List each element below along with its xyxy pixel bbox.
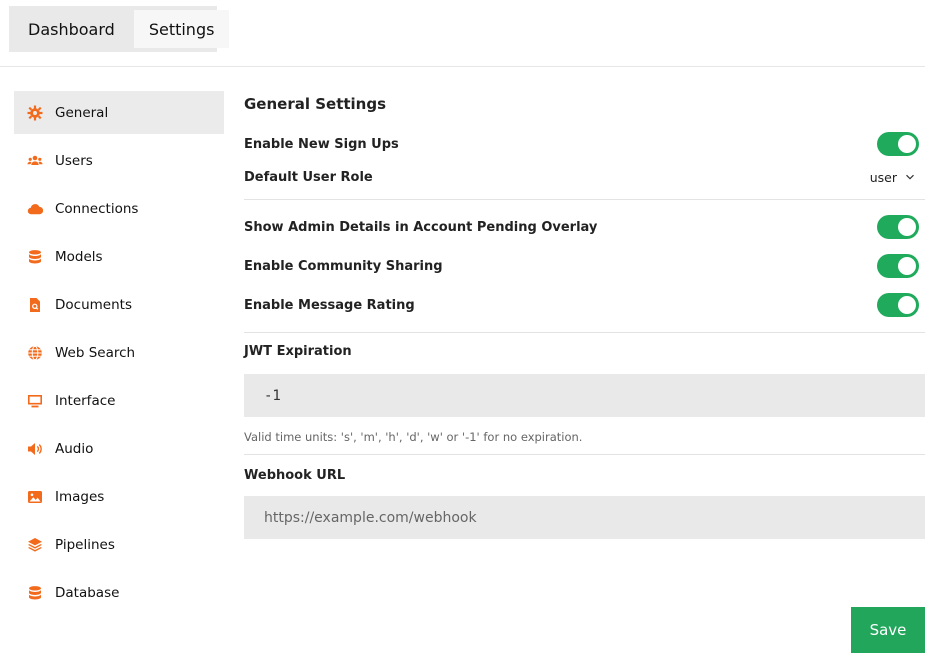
sidebar-item-database[interactable]: Database bbox=[14, 571, 224, 614]
sidebar-item-images[interactable]: Images bbox=[14, 475, 224, 518]
webhook-url-input[interactable]: https://example.com/webhook bbox=[244, 496, 925, 539]
sidebar-item-interface[interactable]: Interface bbox=[14, 379, 224, 422]
speaker-icon bbox=[27, 441, 43, 457]
default-role-value: user bbox=[869, 169, 897, 185]
database-icon bbox=[27, 585, 43, 601]
sidebar-item-label: Documents bbox=[55, 296, 132, 313]
sidebar-item-web-search[interactable]: Web Search bbox=[14, 331, 224, 374]
page-title: General Settings bbox=[244, 95, 387, 113]
webhook-url-label: Webhook URL bbox=[244, 468, 346, 483]
default-role-row: Default User Role user bbox=[244, 166, 925, 188]
message-rating-toggle[interactable] bbox=[877, 293, 919, 317]
sidebar-item-connections[interactable]: Connections bbox=[14, 187, 224, 230]
gear-icon bbox=[27, 105, 43, 121]
sidebar-item-label: Database bbox=[55, 584, 120, 601]
signups-row: Enable New Sign Ups bbox=[244, 131, 925, 157]
sidebar-item-label: Models bbox=[55, 248, 103, 265]
signups-label: Enable New Sign Ups bbox=[244, 136, 399, 152]
sidebar-item-label: Connections bbox=[55, 200, 139, 217]
show-admin-details-toggle[interactable] bbox=[877, 215, 919, 239]
default-role-select[interactable]: user bbox=[870, 170, 915, 185]
message-rating-row: Enable Message Rating bbox=[244, 292, 925, 318]
community-sharing-label: Enable Community Sharing bbox=[244, 258, 443, 274]
section-divider bbox=[244, 199, 925, 200]
sidebar-item-documents[interactable]: Documents bbox=[14, 283, 224, 326]
image-icon bbox=[27, 489, 43, 505]
users-icon bbox=[27, 153, 43, 169]
sidebar-item-label: Web Search bbox=[55, 344, 136, 361]
admin-details-label: Show Admin Details in Account Pending Ov… bbox=[244, 219, 598, 235]
section-divider bbox=[244, 454, 925, 455]
enable-signups-toggle[interactable] bbox=[877, 132, 919, 156]
sidebar-item-audio[interactable]: Audio bbox=[14, 427, 224, 470]
general-settings-panel: General Settings Enable New Sign Ups Def… bbox=[244, 91, 925, 539]
admin-details-row: Show Admin Details in Account Pending Ov… bbox=[244, 214, 925, 240]
sidebar-item-label: General bbox=[55, 104, 109, 121]
sidebar-item-label: Pipelines bbox=[55, 536, 115, 553]
sidebar-item-models[interactable]: Models bbox=[14, 235, 224, 278]
header-divider bbox=[0, 66, 925, 67]
sidebar-item-general[interactable]: General bbox=[14, 91, 224, 134]
document-search-icon bbox=[27, 297, 43, 313]
monitor-icon bbox=[27, 393, 43, 409]
jwt-help-text: Valid time units: 's', 'm', 'h', 'd', 'w… bbox=[244, 430, 583, 444]
sidebar-item-pipelines[interactable]: Pipelines bbox=[14, 523, 224, 566]
sidebar-item-users[interactable]: Users bbox=[14, 139, 224, 182]
globe-icon bbox=[27, 345, 43, 361]
database-icon bbox=[27, 249, 43, 265]
layers-icon bbox=[27, 537, 43, 553]
community-sharing-toggle[interactable] bbox=[877, 254, 919, 278]
cloud-icon bbox=[27, 201, 43, 217]
tab-dashboard[interactable]: Dashboard bbox=[13, 10, 130, 48]
sidebar-item-label: Interface bbox=[55, 392, 116, 409]
top-navigation: Dashboard Settings bbox=[9, 6, 230, 52]
jwt-expiration-input[interactable]: -1 bbox=[244, 374, 925, 417]
default-role-label: Default User Role bbox=[244, 169, 373, 185]
community-sharing-row: Enable Community Sharing bbox=[244, 253, 925, 279]
tab-settings[interactable]: Settings bbox=[133, 10, 230, 48]
sidebar-item-label: Images bbox=[55, 488, 105, 505]
chevron-down-icon bbox=[906, 174, 914, 180]
sidebar-item-label: Users bbox=[55, 152, 93, 169]
settings-sidebar: General Users Connections Models Documen… bbox=[14, 91, 224, 619]
webhook-url-placeholder: https://example.com/webhook bbox=[264, 509, 477, 526]
save-button[interactable]: Save bbox=[851, 607, 925, 653]
message-rating-label: Enable Message Rating bbox=[244, 297, 415, 313]
section-divider bbox=[244, 332, 925, 333]
jwt-expiration-label: JWT Expiration bbox=[244, 344, 352, 359]
sidebar-item-label: Audio bbox=[55, 440, 94, 457]
